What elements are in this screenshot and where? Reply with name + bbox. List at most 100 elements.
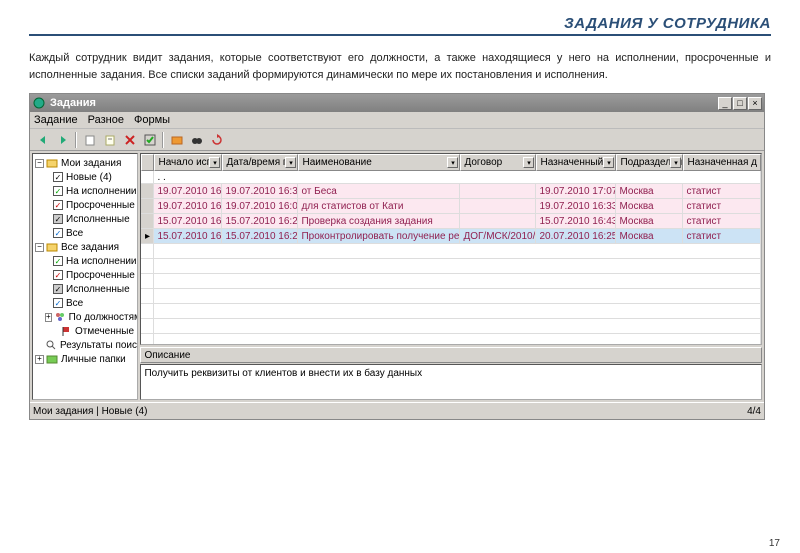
page-title: ЗАДАНИЯ У СОТРУДНИКА [564, 15, 771, 32]
tree-done2[interactable]: Исполненные [66, 284, 130, 295]
dropdown-icon[interactable]: ▾ [209, 157, 220, 168]
dropdown-icon[interactable]: ▾ [670, 157, 681, 168]
cell-assigned: 19.07.2010 17:07 [536, 184, 616, 198]
status-path: Мои задания | Новые (4) [33, 406, 747, 417]
grid-header: Начало испо▾ Дата/время г▾ Наименование▾… [141, 154, 761, 171]
delete-icon[interactable] [120, 131, 139, 149]
tree-in-exec2[interactable]: На исполнении [66, 256, 137, 267]
menu-forms[interactable]: Формы [134, 114, 170, 126]
empty-row [141, 289, 761, 304]
table-row[interactable]: 15.07.2010 16:15.07.2010 16:29Проверка с… [141, 214, 761, 229]
tree-all-tasks[interactable]: Все задания [61, 242, 119, 253]
col-assigned-d[interactable]: Назначенная д [683, 154, 761, 171]
collapse-icon[interactable]: − [35, 243, 44, 252]
checkbox-icon[interactable]: ✓ [53, 172, 63, 182]
folder-icon [46, 241, 58, 253]
titlebar: Задания _ □ × [30, 94, 764, 112]
window-title: Задания [50, 97, 718, 109]
description-text[interactable]: Получить реквизиты от клиентов и внести … [140, 364, 762, 400]
cell-assigned-d: статист [683, 199, 761, 213]
cell-contract [460, 184, 536, 198]
checkbox-icon[interactable]: ✓ [53, 256, 63, 266]
orange-folder-icon[interactable] [167, 131, 186, 149]
tree-overdue2[interactable]: Просроченные [66, 270, 135, 281]
nav-next-icon[interactable] [53, 131, 72, 149]
cell-name: Проконтролировать получение реквиз [298, 229, 460, 243]
table-row[interactable]: ▸15.07.2010 16:15.07.2010 16:25Проконтро… [141, 229, 761, 244]
tree-by-position[interactable]: По должностям [69, 312, 139, 323]
col-assigned[interactable]: Назначенный▾ [536, 154, 616, 171]
tree-done[interactable]: Исполненные [66, 214, 130, 225]
header-rule: ЗАДАНИЯ У СОТРУДНИКА [29, 18, 771, 36]
checkbox-grey-icon[interactable]: ✓ [53, 284, 63, 294]
tree-canceled[interactable]: Отмеченные [75, 326, 134, 337]
row-marker-col[interactable] [141, 154, 154, 171]
cell-date: 19.07.2010 16:37 [222, 184, 298, 198]
menu-misc[interactable]: Разное [88, 114, 124, 126]
tree-search[interactable]: Результаты поиска [60, 340, 138, 351]
minimize-button[interactable]: _ [718, 97, 732, 110]
edit-icon[interactable] [100, 131, 119, 149]
cell-date: 15.07.2010 16:29 [222, 214, 298, 228]
col-name[interactable]: Наименование▾ [298, 154, 460, 171]
row-marker [141, 199, 154, 213]
personal-folder-icon [46, 353, 58, 365]
expand-icon[interactable]: + [35, 355, 44, 364]
cell-start: 15.07.2010 16: [154, 229, 222, 243]
checkbox-grey-icon[interactable]: ✓ [53, 214, 63, 224]
check-icon[interactable] [140, 131, 159, 149]
binoculars-icon[interactable] [187, 131, 206, 149]
tree-overdue[interactable]: Просроченные [66, 200, 135, 211]
maximize-button[interactable]: □ [733, 97, 747, 110]
filler-row: . . [141, 171, 761, 184]
tree-in-exec[interactable]: На исполнении [66, 186, 137, 197]
col-date[interactable]: Дата/время г▾ [222, 154, 298, 171]
grid-body[interactable]: . . 19.07.2010 16:19.07.2010 16:37от Бес… [141, 171, 761, 344]
nav-tree[interactable]: −Мои задания ✓Новые (4) ✓На исполнении ✓… [32, 153, 138, 400]
menu-bar: Задание Разное Формы [30, 112, 764, 129]
tree-personal[interactable]: Личные папки [61, 354, 126, 365]
table-row[interactable]: 19.07.2010 16:19.07.2010 16:03для статис… [141, 199, 761, 214]
table-row[interactable]: 19.07.2010 16:19.07.2010 16:37от Беса19.… [141, 184, 761, 199]
cell-assigned-d: статист [683, 214, 761, 228]
col-start[interactable]: Начало испо▾ [154, 154, 222, 171]
search-results-icon [45, 339, 57, 351]
empty-row [141, 334, 761, 344]
dropdown-icon[interactable]: ▾ [603, 157, 614, 168]
col-dept[interactable]: Подразделени▾ [616, 154, 683, 171]
tree-all[interactable]: Все [66, 228, 83, 239]
cell-dept: Москва [616, 184, 683, 198]
expand-icon[interactable]: + [45, 313, 52, 322]
task-grid[interactable]: Начало испо▾ Дата/время г▾ Наименование▾… [140, 153, 762, 345]
cell-dept: Москва [616, 229, 683, 243]
col-contract[interactable]: Договор▾ [460, 154, 536, 171]
dropdown-icon[interactable]: ▾ [523, 157, 534, 168]
toolbar-separator [162, 132, 164, 148]
menu-task[interactable]: Задание [34, 114, 78, 126]
dropdown-icon[interactable]: ▾ [447, 157, 458, 168]
cell-assigned-d: статист [683, 184, 761, 198]
checkbox-icon[interactable]: ✓ [53, 298, 63, 308]
tree-all2[interactable]: Все [66, 298, 83, 309]
tree-my-tasks[interactable]: Мои задания [61, 158, 121, 169]
nav-prev-icon[interactable] [33, 131, 52, 149]
tree-new[interactable]: Новые (4) [66, 172, 112, 183]
new-icon[interactable] [80, 131, 99, 149]
toolbar-separator [75, 132, 77, 148]
cell-contract: ДОГ/МСК/2010/000 [460, 229, 536, 243]
checkbox-red-icon[interactable]: ✓ [53, 270, 63, 280]
folder-user-icon [46, 157, 58, 169]
checkbox-red-icon[interactable]: ✓ [53, 200, 63, 210]
dropdown-icon[interactable]: ▾ [285, 157, 296, 168]
empty-row [141, 244, 761, 259]
refresh-icon[interactable] [207, 131, 226, 149]
collapse-icon[interactable]: − [35, 159, 44, 168]
cell-date: 15.07.2010 16:25 [222, 229, 298, 243]
close-button[interactable]: × [748, 97, 762, 110]
cell-assigned: 19.07.2010 16:33 [536, 199, 616, 213]
checkbox-icon[interactable]: ✓ [53, 186, 63, 196]
empty-row [141, 304, 761, 319]
checkbox-icon[interactable]: ✓ [53, 228, 63, 238]
cell-assigned: 20.07.2010 16:25 [536, 229, 616, 243]
cell-start: 15.07.2010 16: [154, 214, 222, 228]
